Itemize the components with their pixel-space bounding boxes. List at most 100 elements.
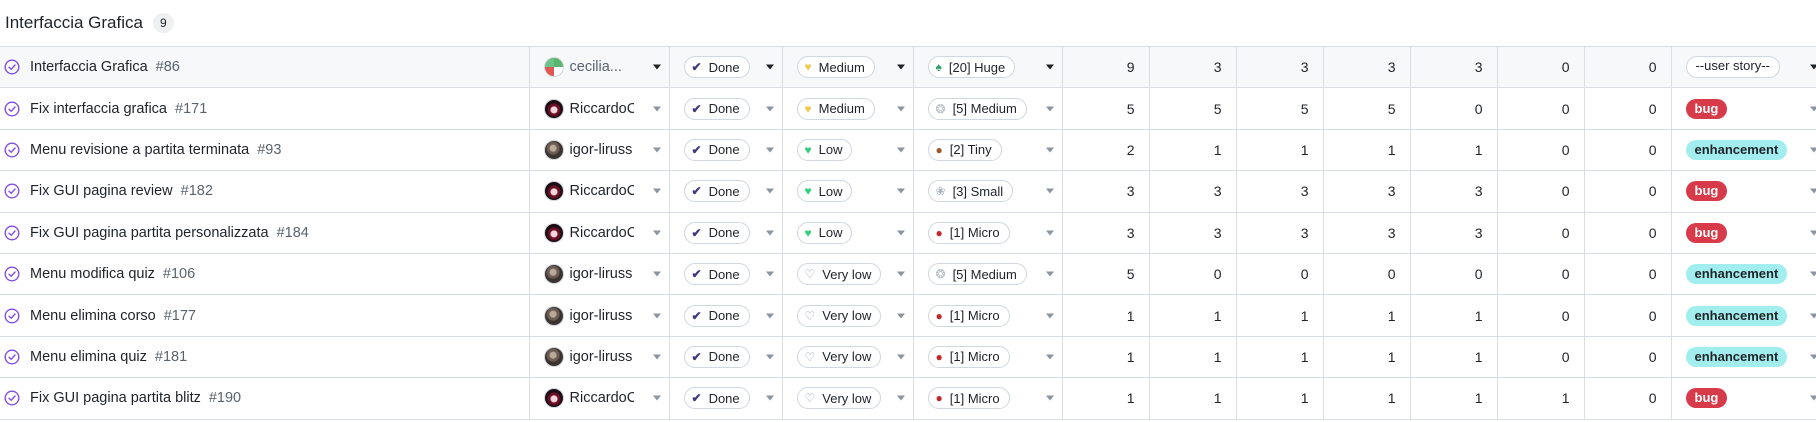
issue-title-link[interactable]: Menu elimina corso (30, 308, 156, 324)
assignee-cell[interactable]: RiccardoC (529, 212, 670, 254)
table-row[interactable]: Interfaccia Grafica #86 cecilia... ✔ Don… (0, 45, 1816, 89)
assignee-cell[interactable]: igor-liruss (529, 336, 670, 379)
issue-title-link[interactable]: Fix GUI pagina partita blitz (30, 390, 201, 406)
size-cell[interactable]: ● [1] Micro (913, 294, 1063, 337)
issue-title-link[interactable]: Fix GUI pagina partita personalizzata (30, 225, 269, 241)
chevron-down-icon[interactable] (652, 147, 661, 153)
status-cell[interactable]: ✔ Done (669, 253, 783, 296)
assignee-cell[interactable]: igor-liruss (529, 253, 670, 296)
points-cell-6[interactable]: 0 (1497, 212, 1585, 254)
status-cell[interactable]: ✔ Done (669, 129, 783, 172)
table-row[interactable]: Menu modifica quiz #106 igor-liruss ✔ Do… (0, 253, 1816, 296)
chevron-down-icon[interactable] (1810, 271, 1816, 277)
estimate-cell[interactable]: 9 (1062, 45, 1150, 89)
chevron-down-icon[interactable] (1810, 147, 1816, 153)
points-cell-7[interactable]: 0 (1584, 45, 1672, 89)
title-cell[interactable]: Interfaccia Grafica #86 (0, 45, 530, 89)
chevron-down-icon[interactable] (1045, 354, 1054, 360)
chevron-down-icon[interactable] (1045, 106, 1054, 112)
sprint-points-cell[interactable]: 1 (1149, 294, 1237, 337)
chevron-down-icon[interactable] (1810, 64, 1816, 70)
points-cell-3[interactable]: 1 (1236, 336, 1324, 379)
assignee-cell[interactable]: igor-liruss (529, 129, 670, 172)
label-cell[interactable]: enhancement (1671, 336, 1816, 379)
points-cell-5[interactable]: 3 (1410, 212, 1498, 254)
points-cell-4[interactable]: 0 (1323, 253, 1411, 296)
sprint-points-cell[interactable]: 1 (1149, 377, 1237, 420)
title-cell[interactable]: Fix GUI pagina review #182 (0, 170, 530, 213)
label-cell[interactable]: enhancement (1671, 253, 1816, 296)
priority-cell[interactable]: ♥ Low (782, 129, 914, 172)
points-cell-7[interactable]: 0 (1584, 253, 1672, 296)
points-cell-7[interactable]: 0 (1584, 87, 1672, 130)
issue-title-link[interactable]: Menu revisione a partita terminata (30, 142, 249, 158)
label-cell[interactable]: --user story-- (1671, 45, 1816, 89)
label-cell[interactable]: bug (1671, 170, 1816, 213)
chevron-down-icon[interactable] (896, 106, 905, 112)
points-cell-5[interactable]: 0 (1410, 253, 1498, 296)
chevron-down-icon[interactable] (896, 271, 905, 277)
table-row[interactable]: Menu elimina quiz #181 igor-liruss ✔ Don… (0, 336, 1816, 379)
assignee-cell[interactable]: igor-liruss (529, 294, 670, 337)
points-cell-7[interactable]: 0 (1584, 129, 1672, 172)
size-cell[interactable]: ● [1] Micro (913, 212, 1063, 254)
chevron-down-icon[interactable] (652, 230, 661, 236)
title-cell[interactable]: Menu elimina quiz #181 (0, 336, 530, 379)
points-cell-7[interactable]: 0 (1584, 212, 1672, 254)
status-cell[interactable]: ✔ Done (669, 212, 783, 254)
sprint-points-cell[interactable]: 5 (1149, 87, 1237, 130)
title-cell[interactable]: Fix interfaccia grafica #171 (0, 87, 530, 130)
status-cell[interactable]: ✔ Done (669, 294, 783, 337)
chevron-down-icon[interactable] (765, 106, 774, 112)
issue-title-link[interactable]: Fix interfaccia grafica (30, 101, 167, 117)
assignee-cell[interactable]: RiccardoC (529, 87, 670, 130)
issue-title-link[interactable]: Interfaccia Grafica (30, 59, 148, 75)
label-cell[interactable]: bug (1671, 377, 1816, 420)
label-cell[interactable]: enhancement (1671, 129, 1816, 172)
chevron-down-icon[interactable] (765, 64, 774, 70)
estimate-cell[interactable]: 3 (1062, 170, 1150, 213)
points-cell-7[interactable]: 0 (1584, 336, 1672, 379)
sprint-points-cell[interactable]: 0 (1149, 253, 1237, 296)
table-row[interactable]: Fix interfaccia grafica #171 RiccardoC ✔… (0, 87, 1816, 130)
points-cell-3[interactable]: 1 (1236, 129, 1324, 172)
priority-cell[interactable]: ♥ Medium (782, 45, 914, 89)
chevron-down-icon[interactable] (1045, 395, 1054, 401)
estimate-cell[interactable]: 2 (1062, 129, 1150, 172)
sprint-points-cell[interactable]: 3 (1149, 170, 1237, 213)
estimate-cell[interactable]: 1 (1062, 294, 1150, 337)
status-cell[interactable]: ✔ Done (669, 336, 783, 379)
title-cell[interactable]: Menu revisione a partita terminata #93 (0, 129, 530, 172)
points-cell-6[interactable]: 0 (1497, 253, 1585, 296)
priority-cell[interactable]: ♥ Low (782, 212, 914, 254)
priority-cell[interactable]: ♡ Very low (782, 336, 914, 379)
chevron-down-icon[interactable] (1045, 230, 1054, 236)
points-cell-6[interactable]: 0 (1497, 336, 1585, 379)
chevron-down-icon[interactable] (652, 188, 661, 194)
chevron-down-icon[interactable] (896, 188, 905, 194)
chevron-down-icon[interactable] (1810, 106, 1816, 112)
size-cell[interactable]: ❂ [5] Medium (913, 87, 1063, 130)
points-cell-3[interactable]: 1 (1236, 377, 1324, 420)
priority-cell[interactable]: ♥ Low (782, 170, 914, 213)
table-row[interactable]: Fix GUI pagina review #182 RiccardoC ✔ D… (0, 170, 1816, 213)
points-cell-6[interactable]: 0 (1497, 129, 1585, 172)
label-cell[interactable]: enhancement (1671, 294, 1816, 337)
table-row[interactable]: Menu revisione a partita terminata #93 i… (0, 129, 1816, 172)
status-cell[interactable]: ✔ Done (669, 87, 783, 130)
points-cell-4[interactable]: 3 (1323, 45, 1411, 89)
size-cell[interactable]: ● [1] Micro (913, 377, 1063, 420)
chevron-down-icon[interactable] (1045, 188, 1054, 194)
size-cell[interactable]: ● [1] Micro (913, 336, 1063, 379)
priority-cell[interactable]: ♡ Very low (782, 253, 914, 296)
chevron-down-icon[interactable] (896, 395, 905, 401)
points-cell-4[interactable]: 1 (1323, 377, 1411, 420)
title-cell[interactable]: Fix GUI pagina partita personalizzata #1… (0, 212, 530, 254)
table-row[interactable]: Menu elimina corso #177 igor-liruss ✔ Do… (0, 294, 1816, 337)
priority-cell[interactable]: ♥ Medium (782, 87, 914, 130)
points-cell-5[interactable]: 0 (1410, 87, 1498, 130)
chevron-down-icon[interactable] (652, 271, 661, 277)
estimate-cell[interactable]: 5 (1062, 253, 1150, 296)
points-cell-4[interactable]: 1 (1323, 129, 1411, 172)
estimate-cell[interactable]: 3 (1062, 212, 1150, 254)
